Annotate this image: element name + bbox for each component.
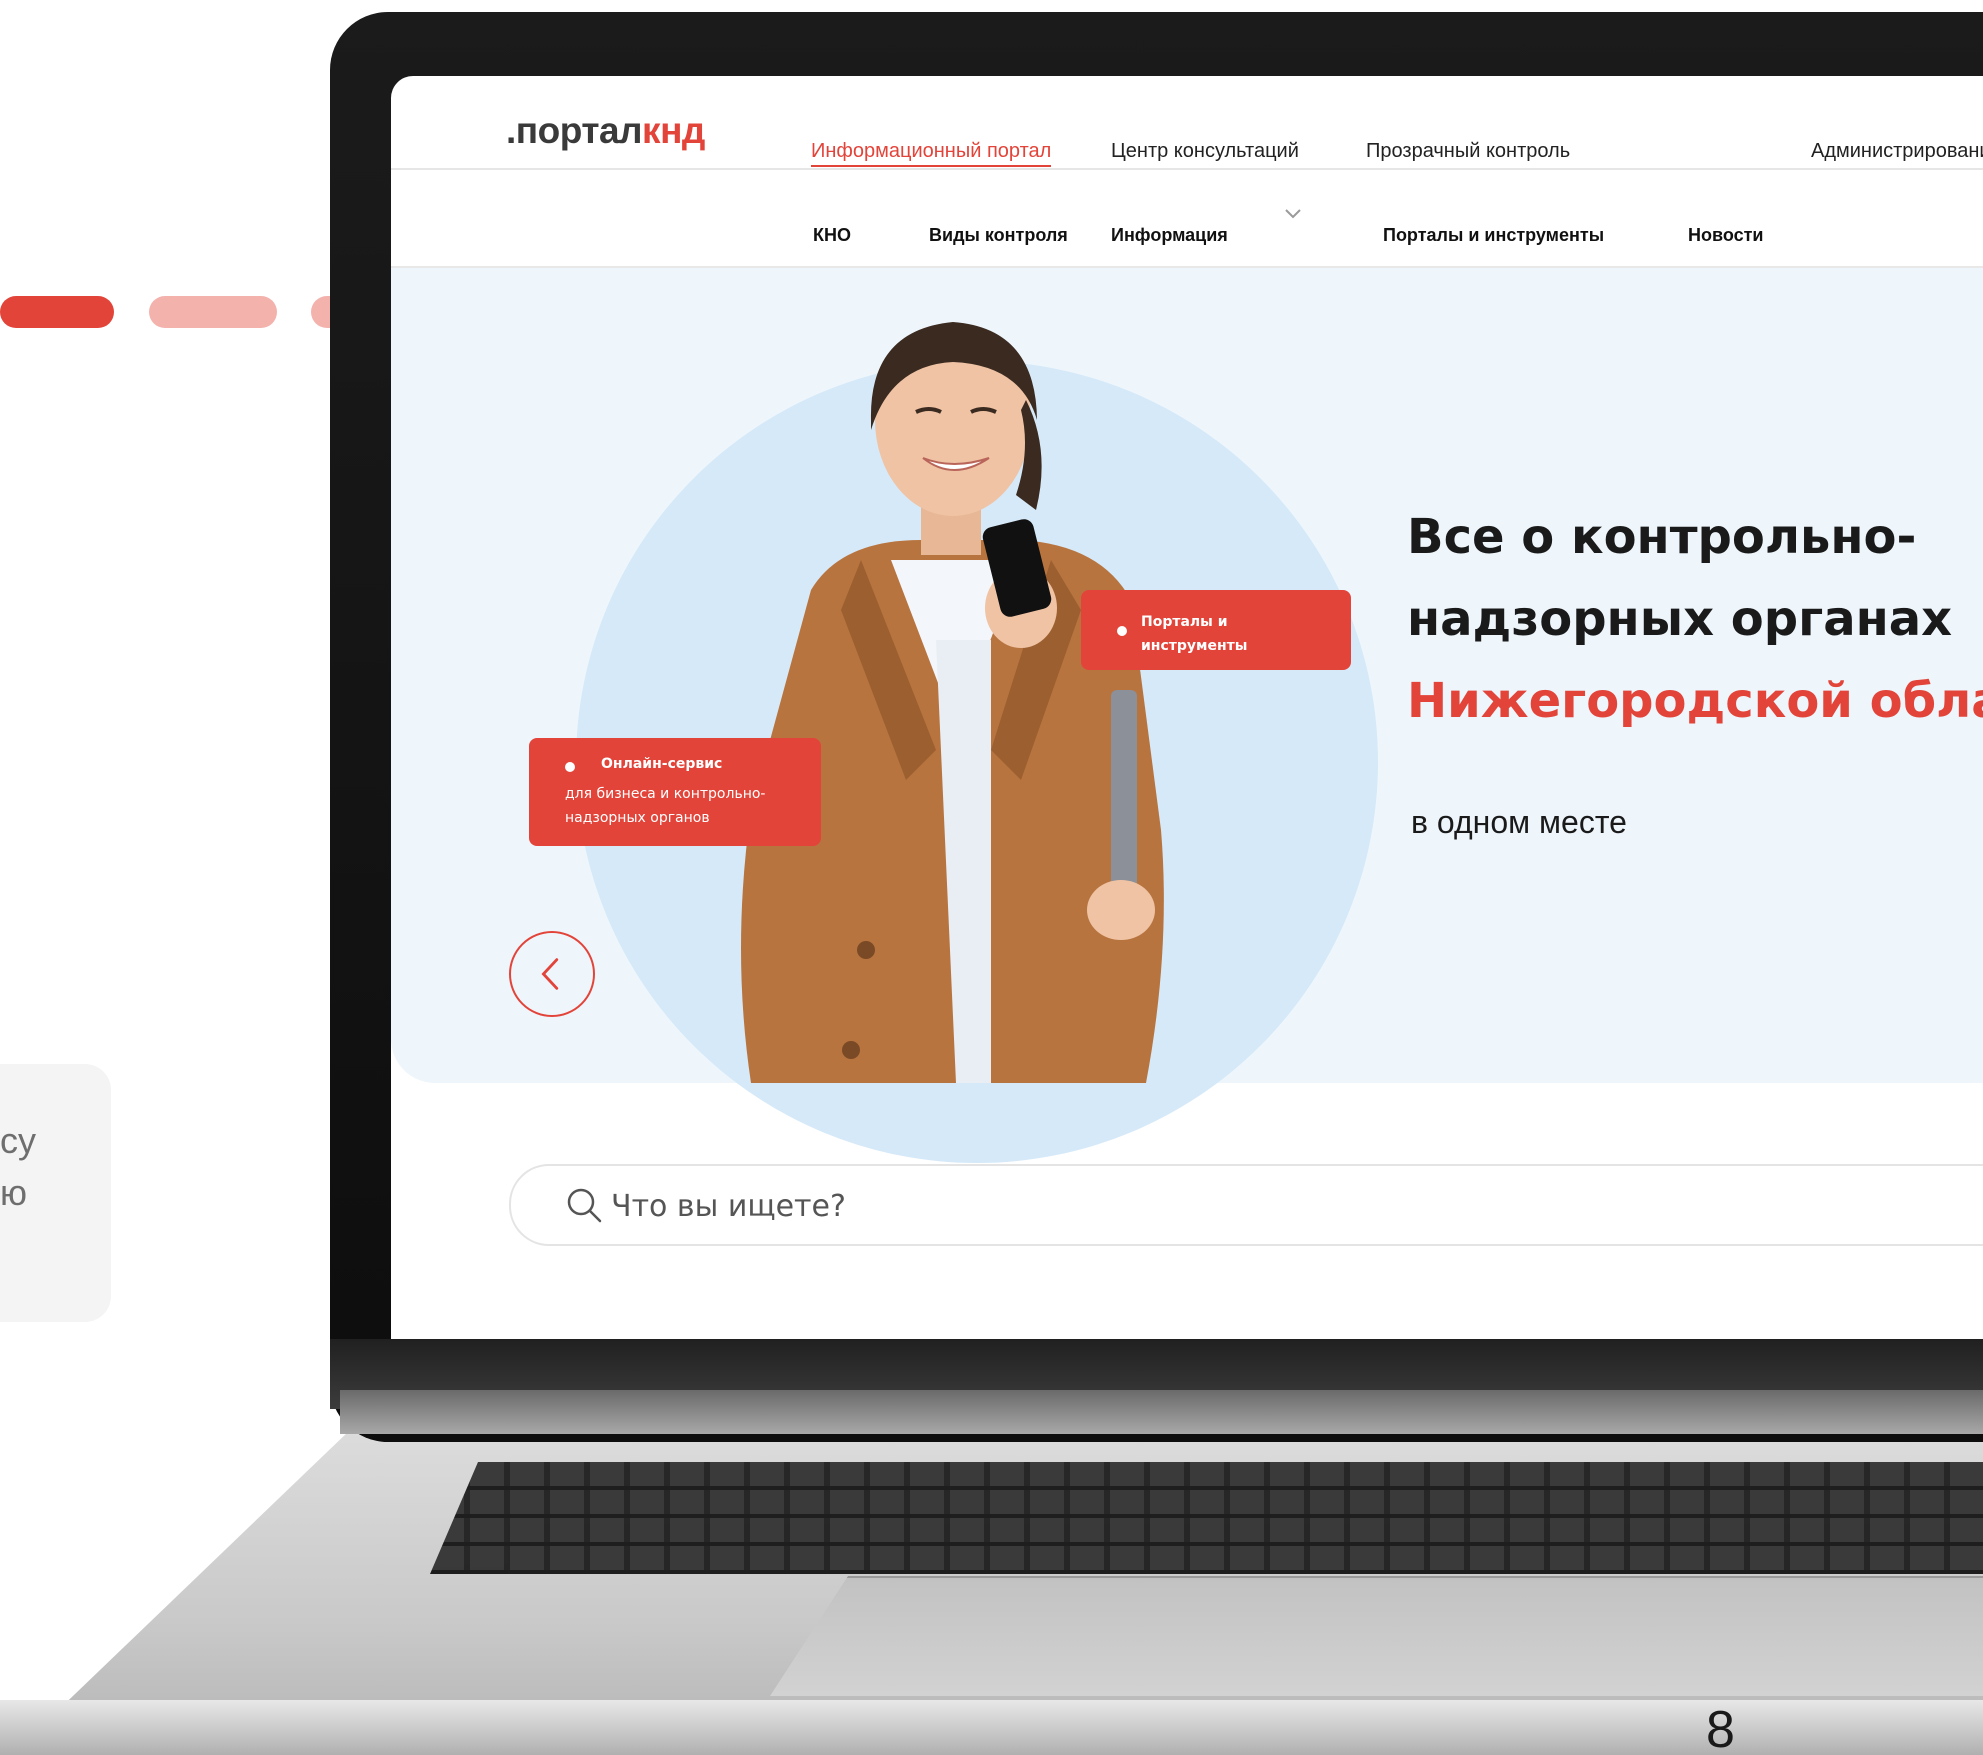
- slide-page-number: 8: [1706, 1701, 1735, 1755]
- progress-dash-active: [0, 296, 114, 328]
- logo-suffix: кнд: [642, 110, 705, 151]
- headline-line: надзорных органах: [1407, 591, 1953, 647]
- site-logo[interactable]: .порталкнд: [506, 110, 705, 152]
- nav-admin[interactable]: Администрировани: [1811, 140, 1983, 163]
- badge-online-text: для бизнеса и контрольно-надзорных орган…: [565, 786, 766, 826]
- headline-line: Все о контрольно-: [1407, 509, 1917, 565]
- badge-online-service[interactable]: Онлайн-сервис для бизнеса и контрольно-н…: [529, 738, 821, 846]
- chevron-left-icon: [541, 958, 559, 990]
- headline-accent: Нижегородской област: [1407, 673, 1983, 729]
- subnav-portals-tools[interactable]: Порталы и инструменты: [1383, 225, 1604, 246]
- hero-headline: Все о контрольно- надзорных органах Ниже…: [1407, 496, 1983, 742]
- badge-dot: [565, 762, 575, 772]
- laptop-touchpad: [770, 1576, 1983, 1696]
- carousel-prev-button[interactable]: [509, 931, 595, 1017]
- hero-tagline: в одном месте: [1411, 804, 1627, 840]
- subnav-information[interactable]: Информация: [1111, 225, 1228, 246]
- subnav-kno[interactable]: КНО: [813, 225, 851, 246]
- search-bar[interactable]: [509, 1164, 1983, 1246]
- logo-prefix: .портал: [506, 110, 643, 151]
- search-input[interactable]: [611, 1184, 1511, 1228]
- side-text-line: су: [0, 1120, 36, 1161]
- laptop-screen: .порталкнд Информационный портал Центр к…: [391, 76, 1983, 1339]
- laptop-base-edge: [0, 1700, 1983, 1755]
- nav-consult-center[interactable]: Центр консультаций: [1111, 140, 1299, 163]
- badge-portals-label: Порталы и инструменты: [1141, 614, 1248, 654]
- laptop-keyboard: [430, 1462, 1983, 1574]
- search-icon[interactable]: [565, 1186, 603, 1224]
- laptop-hinge: [340, 1390, 1983, 1434]
- side-text-line: ю: [0, 1172, 27, 1213]
- badge-portals-tools[interactable]: Порталы и инструменты: [1081, 590, 1351, 670]
- subnav-control-types[interactable]: Виды контроля: [929, 225, 1068, 246]
- badge-online-title: Онлайн-сервис: [601, 756, 723, 772]
- hero-person-image: [741, 322, 1164, 1083]
- progress-dash: [149, 296, 277, 328]
- nav-transparent-control[interactable]: Прозрачный контроль: [1366, 140, 1570, 163]
- nav-info-portal[interactable]: Информационный портал: [811, 140, 1052, 167]
- side-text-card: су ю: [0, 1064, 111, 1322]
- subnav-news[interactable]: Новости: [1688, 225, 1763, 246]
- chevron-down-icon[interactable]: [1284, 208, 1302, 220]
- badge-dot: [1117, 626, 1127, 636]
- header-divider: [391, 168, 1983, 170]
